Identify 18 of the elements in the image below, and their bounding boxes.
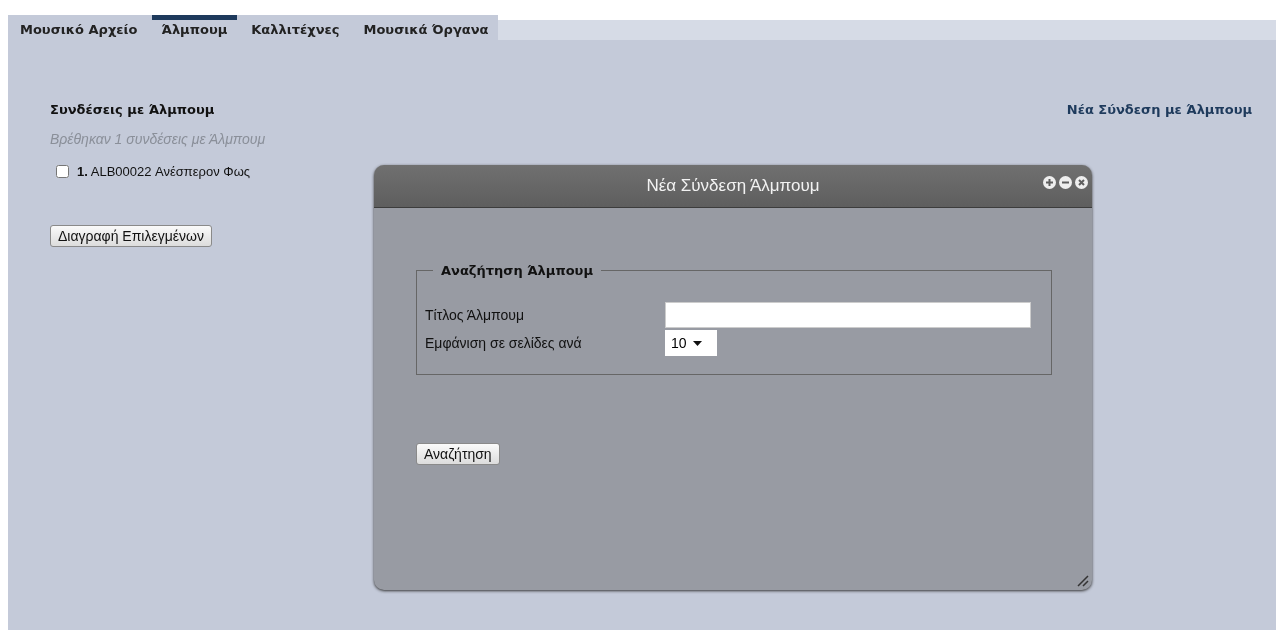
resize-grip-icon[interactable] <box>1077 575 1089 587</box>
fieldset-legend: Αναζήτηση Άλμπουμ <box>433 263 601 278</box>
title-input-field[interactable] <box>665 302 1031 328</box>
dialog-title: Νέα Σύνδεση Άλμπουμ <box>646 176 820 196</box>
tab[interactable]: Άλμπουμ <box>151 15 238 40</box>
maximize-icon[interactable] <box>1043 176 1056 189</box>
delete-selected-button[interactable]: Διαγραφή Επιλεγμένων <box>50 225 212 247</box>
dropdown-caret-icon <box>692 340 702 346</box>
item-label: 1. ALB00022 Ανέσπερον Φως <box>77 164 251 179</box>
field-label: Τίτλος Άλμπουμ <box>425 307 525 323</box>
close-icon[interactable] <box>1075 176 1088 189</box>
item-checkbox[interactable] <box>56 165 69 178</box>
page-size-select[interactable]: 10 <box>665 330 717 356</box>
results-count: Βρέθηκαν 1 συνδέσεις με Άλμπουμ <box>50 131 266 147</box>
section-heading: Συνδέσεις με Άλμπουμ <box>50 102 216 117</box>
minimize-icon[interactable] <box>1059 176 1072 189</box>
search-button[interactable]: Αναζήτηση <box>416 443 500 465</box>
field-label: Εμφάνιση σε σελίδες ανά <box>425 335 583 351</box>
